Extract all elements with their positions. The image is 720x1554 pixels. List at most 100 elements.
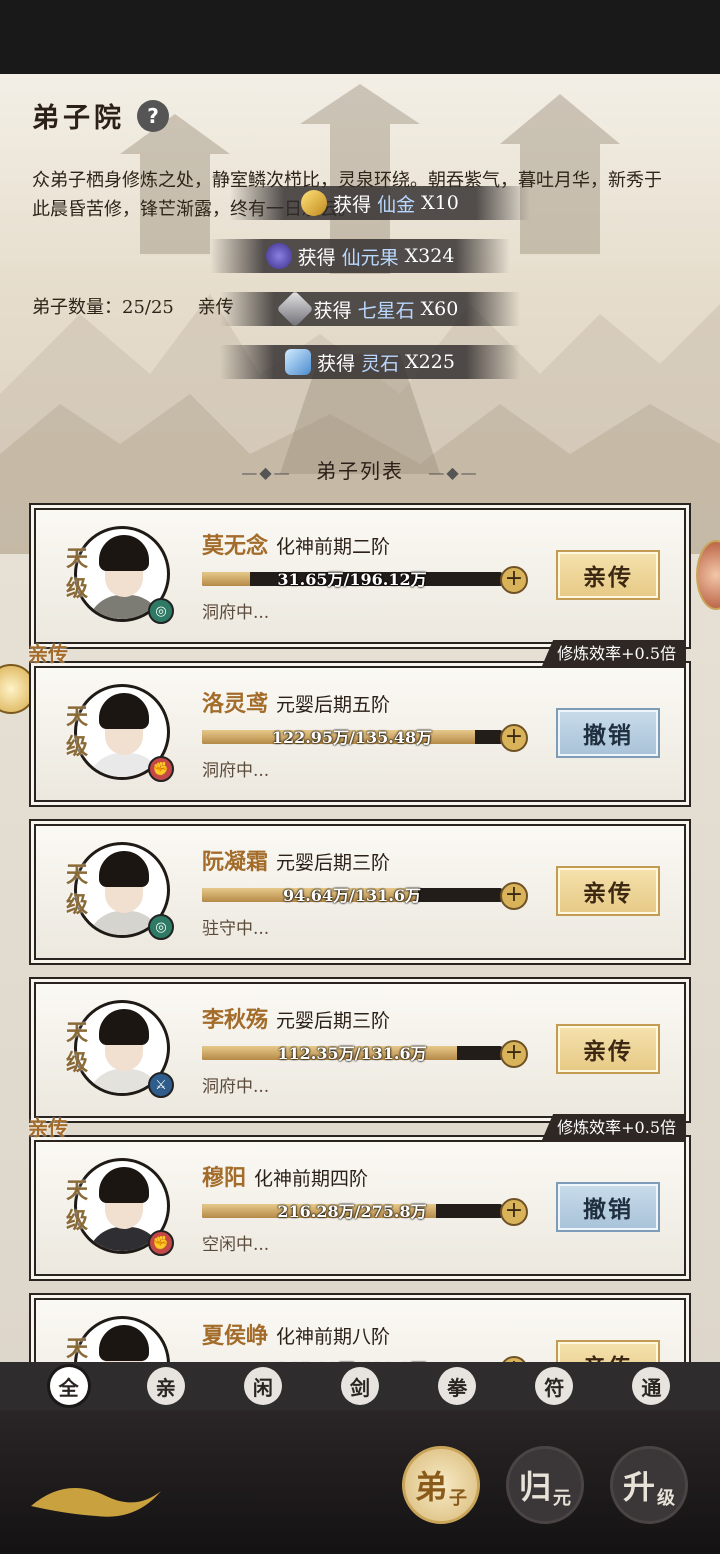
disciple-name: 李秋殇 — [202, 1007, 269, 1033]
gold-ingot-icon — [301, 190, 328, 216]
decorative-cloud-icon — [31, 1488, 161, 1517]
reward-toast: 获得 七星石 X60 — [220, 290, 520, 328]
disciple-name-row: 莫无念 化神前期二阶 — [202, 528, 390, 560]
efficiency-badge: 修炼效率+0.5倍 — [541, 640, 686, 668]
add-exp-button[interactable]: + — [500, 1040, 528, 1068]
disciple-status: 洞府中... — [202, 761, 270, 781]
disciple-name-row: 阮凝霜 元婴后期三阶 — [202, 844, 390, 876]
disciple-count: 弟子数量：25/25 亲传 — [32, 293, 234, 319]
disciple-realm: 化神前期二阶 — [276, 536, 391, 558]
disciple-card[interactable]: 天级 ⚔ 李秋殇 元婴后期三阶 112.35万/131.6万 + 洞府中... 亲… — [34, 982, 686, 1118]
qinchuan-tag: 亲传 — [28, 1116, 68, 1140]
reward-toast: 获得 仙金 X10 — [230, 186, 530, 220]
efficiency-badge: 修炼效率+0.5倍 — [541, 1114, 686, 1142]
disciple-card[interactable]: 亲传 修炼效率+0.5倍 天级 ✊ 洛灵鸢 元婴后期五阶 122.95万/135.… — [28, 640, 686, 802]
nav-sublabel: 子 — [449, 1488, 467, 1509]
grade-badge: 天级 — [66, 704, 89, 760]
fist-element-icon: ✊ — [148, 1230, 174, 1256]
disciple-realm: 化神前期四阶 — [254, 1168, 369, 1190]
reward-toast: 获得 灵石 X225 — [220, 345, 520, 379]
filter-qinchuan[interactable]: 亲 — [146, 1367, 185, 1405]
disciple-card[interactable]: 天级 ◎ 莫无念 化神前期二阶 31.65万/196.12万 + 洞府中... 亲… — [34, 508, 686, 644]
toast-prefix: 获得 — [317, 352, 356, 375]
sword-element-icon: ⚔ — [148, 1072, 174, 1098]
qinchuan-button[interactable]: 亲传 — [556, 866, 660, 916]
nav-label: 升 — [622, 1468, 655, 1506]
list-title: 弟子列表 — [316, 459, 404, 483]
disciple-name-row: 夏侯峥 化神前期八阶 — [202, 1318, 390, 1350]
qinchuan-tag: 亲传 — [28, 642, 68, 666]
disciple-name: 洛灵鸢 — [202, 691, 269, 717]
qinchuan-button[interactable]: 亲传 — [556, 550, 660, 600]
toast-item: 仙元果 — [341, 246, 399, 269]
disciple-realm: 元婴后期三阶 — [276, 852, 391, 874]
filter-all[interactable]: 全 — [49, 1367, 88, 1405]
bottom-nav: 弟子 归元 升级 — [0, 1410, 720, 1554]
grade-badge: 天级 — [66, 1178, 89, 1234]
disciple-card[interactable]: 天级 ◎ 阮凝霜 元婴后期三阶 94.64万/131.6万 + 驻守中... 亲传 — [34, 824, 686, 960]
star-stone-icon — [276, 290, 314, 328]
nav-sublabel: 级 — [657, 1488, 675, 1509]
toast-amount: X60 — [420, 298, 459, 320]
nav-return-button[interactable]: 归元 — [506, 1446, 584, 1524]
disciple-name: 夏侯峥 — [202, 1323, 269, 1349]
wind-element-icon: ◎ — [148, 598, 174, 624]
spirit-stone-icon — [285, 349, 312, 375]
filter-talisman[interactable]: 符 — [535, 1367, 574, 1405]
grade-badge: 天级 — [66, 862, 89, 918]
disciple-status: 空闲中... — [202, 1235, 270, 1255]
disciple-status: 洞府中... — [202, 1077, 270, 1097]
filter-sword[interactable]: 剑 — [340, 1367, 379, 1405]
disciple-name-row: 洛灵鸢 元婴后期五阶 — [202, 686, 390, 718]
disciple-name: 莫无念 — [202, 533, 269, 559]
progress-text: 112.35万/131.6万 — [277, 1044, 427, 1063]
toast-prefix: 获得 — [313, 299, 352, 322]
disciple-count-label: 弟子数量：25/25 — [32, 297, 174, 318]
filter-idle[interactable]: 闲 — [243, 1367, 282, 1405]
revoke-button[interactable]: 撤销 — [556, 708, 660, 758]
disciple-card[interactable]: 亲传 修炼效率+0.5倍 天级 ✊ 穆阳 化神前期四阶 216.28万/275.8… — [28, 1114, 686, 1276]
add-exp-button[interactable]: + — [500, 724, 528, 752]
status-bar — [0, 0, 720, 74]
ornament-left-icon: —◆— — [241, 463, 292, 482]
toast-amount: X324 — [404, 245, 455, 267]
add-exp-button[interactable]: + — [500, 882, 528, 910]
disciple-status: 驻守中... — [202, 919, 270, 939]
disciple-realm: 化神前期八阶 — [276, 1326, 391, 1348]
toast-prefix: 获得 — [333, 193, 372, 216]
toast-amount: X225 — [405, 351, 455, 373]
disciple-realm: 元婴后期三阶 — [276, 1010, 391, 1032]
page-title: 弟子院 — [32, 103, 125, 134]
progress-text: 94.64万/131.6万 — [282, 886, 422, 905]
grade-badge: 天级 — [66, 546, 89, 602]
disciple-status: 洞府中... — [202, 603, 270, 623]
qinchuan-button[interactable]: 亲传 — [556, 1024, 660, 1074]
help-icon[interactable]: ? — [137, 99, 169, 132]
ornament-right-icon: —◆— — [428, 463, 479, 482]
page-header: 弟子院 ? — [32, 96, 169, 135]
list-header: —◆— 弟子列表 —◆— — [0, 455, 720, 484]
fruit-icon — [265, 243, 292, 269]
progress-text: 216.28万/275.8万 — [277, 1202, 427, 1221]
grade-badge: 天级 — [66, 1020, 89, 1076]
add-exp-button[interactable]: + — [500, 566, 528, 594]
add-exp-button[interactable]: + — [500, 1198, 528, 1226]
filter-bar: 全 亲 闲 剑 拳 符 通 — [0, 1362, 720, 1410]
disciple-realm: 元婴后期五阶 — [276, 694, 391, 716]
nav-upgrade-button[interactable]: 升级 — [610, 1446, 688, 1524]
toast-prefix: 获得 — [297, 246, 336, 269]
nav-disciple-button[interactable]: 弟子 — [402, 1446, 480, 1524]
nav-label: 归 — [518, 1468, 551, 1506]
filter-fist[interactable]: 拳 — [438, 1367, 477, 1405]
nav-label: 弟 — [414, 1468, 447, 1506]
filter-general[interactable]: 通 — [632, 1367, 671, 1405]
disciple-name: 穆阳 — [202, 1165, 247, 1191]
toast-amount: X10 — [421, 192, 459, 214]
disciple-name: 阮凝霜 — [202, 849, 269, 875]
disciple-name-row: 李秋殇 元婴后期三阶 — [202, 1002, 390, 1034]
progress-text: 122.95万/135.48万 — [271, 728, 433, 747]
disciple-name-row: 穆阳 化神前期四阶 — [202, 1160, 368, 1192]
toast-item: 灵石 — [361, 352, 400, 375]
revoke-button[interactable]: 撤销 — [556, 1182, 660, 1232]
toast-item: 七星石 — [357, 299, 415, 322]
